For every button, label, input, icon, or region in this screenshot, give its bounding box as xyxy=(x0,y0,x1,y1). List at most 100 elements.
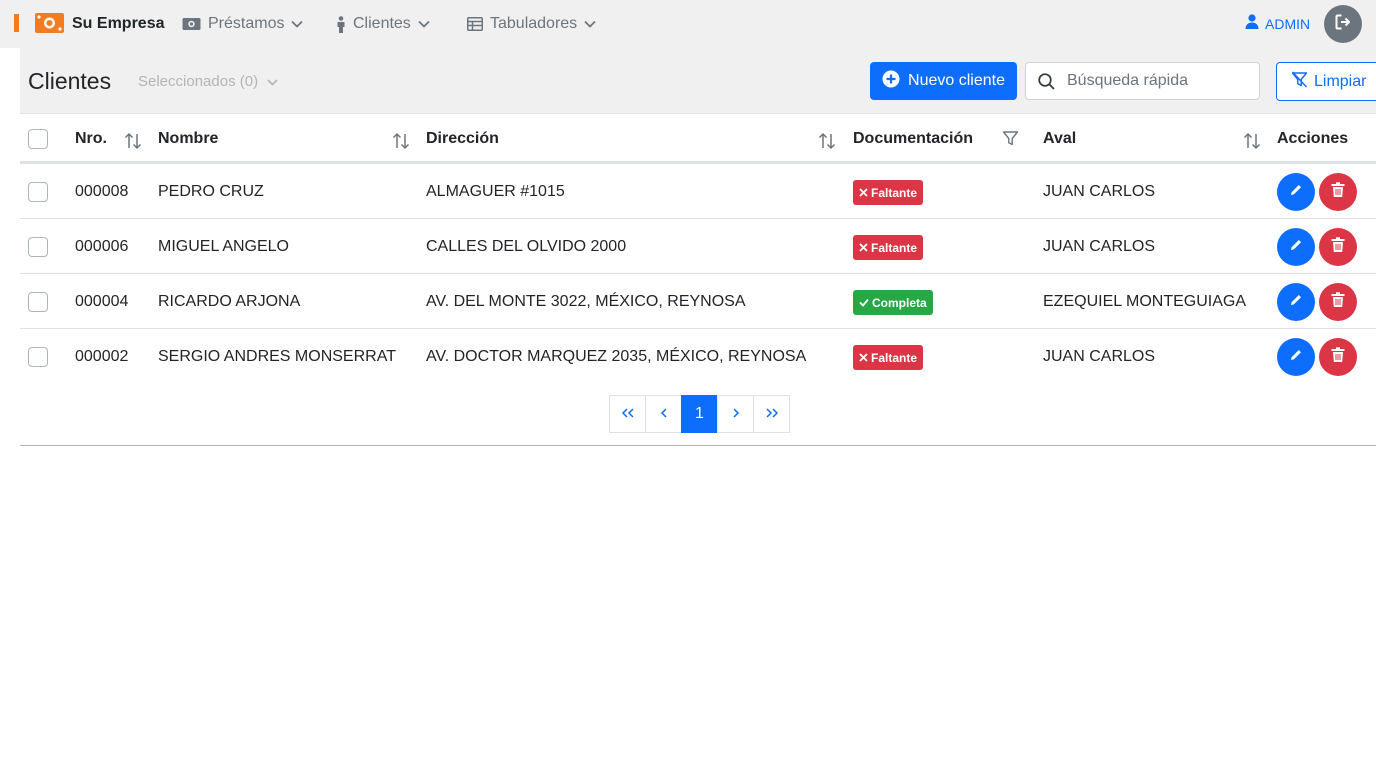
select-all-checkbox[interactable] xyxy=(28,129,48,149)
clear-label: Limpiar xyxy=(1314,72,1367,90)
status-badge: Faltante xyxy=(853,180,924,205)
brand-name: Su Empresa xyxy=(72,15,165,32)
delete-button[interactable] xyxy=(1319,228,1357,266)
status-text: Faltante xyxy=(871,350,918,365)
chevron-down-icon xyxy=(291,20,304,28)
edit-button[interactable] xyxy=(1277,228,1315,266)
user-name: ADMIN xyxy=(1265,16,1311,32)
trash-icon xyxy=(1331,346,1345,368)
sort-icon[interactable] xyxy=(124,132,142,155)
column-header-aval: Aval xyxy=(1043,130,1077,147)
cell-aval: JUAN CARLOS xyxy=(1043,348,1156,365)
search-icon xyxy=(1038,72,1055,90)
clear-filters-button[interactable]: Limpiar xyxy=(1276,62,1376,101)
x-icon xyxy=(859,186,868,200)
cell-nombre: PEDRO CRUZ xyxy=(158,183,264,200)
cell-nro: 000008 xyxy=(75,183,129,200)
column-header-direccion: Dirección xyxy=(426,130,499,147)
table-row: 000002 SERGIO ANDRES MONSERRAT AV. DOCTO… xyxy=(20,329,1376,384)
column-header-nombre: Nombre xyxy=(158,130,219,147)
cell-nombre: SERGIO ANDRES MONSERRAT xyxy=(158,348,396,365)
row-checkbox[interactable] xyxy=(28,182,48,202)
plus-circle-icon xyxy=(882,70,900,93)
nav-tabuladores[interactable]: Tabuladores xyxy=(467,12,596,36)
sort-icon[interactable] xyxy=(1243,132,1261,155)
cell-direccion: AV. DEL MONTE 3022, MÉXICO, REYNOSA xyxy=(426,293,746,310)
cell-nombre: MIGUEL ANGELO xyxy=(158,238,289,255)
last-page-button[interactable] xyxy=(753,395,790,433)
nav-prestamos[interactable]: Préstamos xyxy=(182,12,304,36)
edit-button[interactable] xyxy=(1277,338,1315,376)
pencil-icon xyxy=(1289,348,1303,367)
cell-nro: 000004 xyxy=(75,293,129,310)
person-icon xyxy=(336,15,346,33)
delete-button[interactable] xyxy=(1319,338,1357,376)
chevron-down-icon xyxy=(267,73,278,90)
status-badge: Faltante xyxy=(853,345,924,370)
trash-icon xyxy=(1331,291,1345,313)
chevron-down-icon xyxy=(418,20,430,28)
nav-tabuladores-label: Tabuladores xyxy=(490,15,578,32)
status-badge: Faltante xyxy=(853,235,924,260)
chevron-right-icon xyxy=(732,405,740,423)
panel-header: Clientes Seleccionados (0) Nuevo cliente… xyxy=(20,48,1376,114)
search-input[interactable] xyxy=(1067,72,1247,90)
pagination: 1 xyxy=(609,395,790,433)
logout-icon xyxy=(1335,14,1351,35)
pencil-icon xyxy=(1289,293,1303,312)
chevron-left-icon xyxy=(660,405,668,423)
cell-aval: JUAN CARLOS xyxy=(1043,238,1156,255)
table-row: 000008 PEDRO CRUZ ALMAGUER #1015 Faltant… xyxy=(20,164,1376,219)
x-icon xyxy=(859,351,868,365)
check-icon xyxy=(859,296,869,310)
chevron-down-icon xyxy=(584,20,596,28)
cell-direccion: CALLES DEL OLVIDO 2000 xyxy=(426,238,627,255)
cell-nombre: RICARDO ARJONA xyxy=(158,293,301,310)
first-page-button[interactable] xyxy=(609,395,646,433)
status-text: Faltante xyxy=(871,240,918,255)
filter-icon[interactable] xyxy=(1002,130,1019,152)
logout-button[interactable] xyxy=(1324,5,1362,43)
new-client-button[interactable]: Nuevo cliente xyxy=(870,62,1017,100)
table-row: 000004 RICARDO ARJONA AV. DEL MONTE 3022… xyxy=(20,274,1376,329)
cell-nro: 000002 xyxy=(75,348,129,365)
trash-icon xyxy=(1331,236,1345,258)
row-checkbox[interactable] xyxy=(28,237,48,257)
user-menu[interactable]: ADMIN xyxy=(1245,14,1310,32)
quick-search[interactable] xyxy=(1025,62,1260,100)
page-title: Clientes xyxy=(28,68,112,94)
nav-prestamos-label: Préstamos xyxy=(208,15,285,32)
pencil-icon xyxy=(1289,183,1303,202)
sort-icon[interactable] xyxy=(818,132,836,155)
sort-icon[interactable] xyxy=(392,132,410,155)
prev-page-button[interactable] xyxy=(645,395,682,433)
status-badge: Completa xyxy=(853,290,933,315)
delete-button[interactable] xyxy=(1319,283,1357,321)
nav-clientes-label: Clientes xyxy=(353,15,411,32)
edit-button[interactable] xyxy=(1277,173,1315,211)
trash-icon xyxy=(1331,181,1345,203)
brand[interactable]: Su Empresa xyxy=(14,10,164,38)
user-icon xyxy=(1245,14,1259,32)
row-checkbox[interactable] xyxy=(28,292,48,312)
money-icon xyxy=(182,17,201,31)
new-client-label: Nuevo cliente xyxy=(908,72,1005,89)
selected-dropdown[interactable]: Seleccionados (0) xyxy=(138,73,278,90)
cell-direccion: AV. DOCTOR MARQUEZ 2035, MÉXICO, REYNOSA xyxy=(426,348,807,365)
table-row: 000006 MIGUEL ANGELO CALLES DEL OLVIDO 2… xyxy=(20,219,1376,274)
brand-logo-icon xyxy=(14,10,66,38)
pencil-icon xyxy=(1289,238,1303,257)
delete-button[interactable] xyxy=(1319,173,1357,211)
double-chevron-left-icon xyxy=(621,405,635,423)
cell-aval: JUAN CARLOS xyxy=(1043,183,1156,200)
edit-button[interactable] xyxy=(1277,283,1315,321)
row-checkbox[interactable] xyxy=(28,347,48,367)
page-button-current[interactable]: 1 xyxy=(681,395,718,433)
top-navbar: Su Empresa Préstamos Clientes Tabuladore… xyxy=(0,0,1376,48)
filter-slash-icon xyxy=(1291,71,1308,93)
status-text: Completa xyxy=(872,295,927,310)
clients-panel: Clientes Seleccionados (0) Nuevo cliente… xyxy=(20,48,1376,446)
x-icon xyxy=(859,241,868,255)
next-page-button[interactable] xyxy=(717,395,754,433)
nav-clientes[interactable]: Clientes xyxy=(336,12,430,36)
